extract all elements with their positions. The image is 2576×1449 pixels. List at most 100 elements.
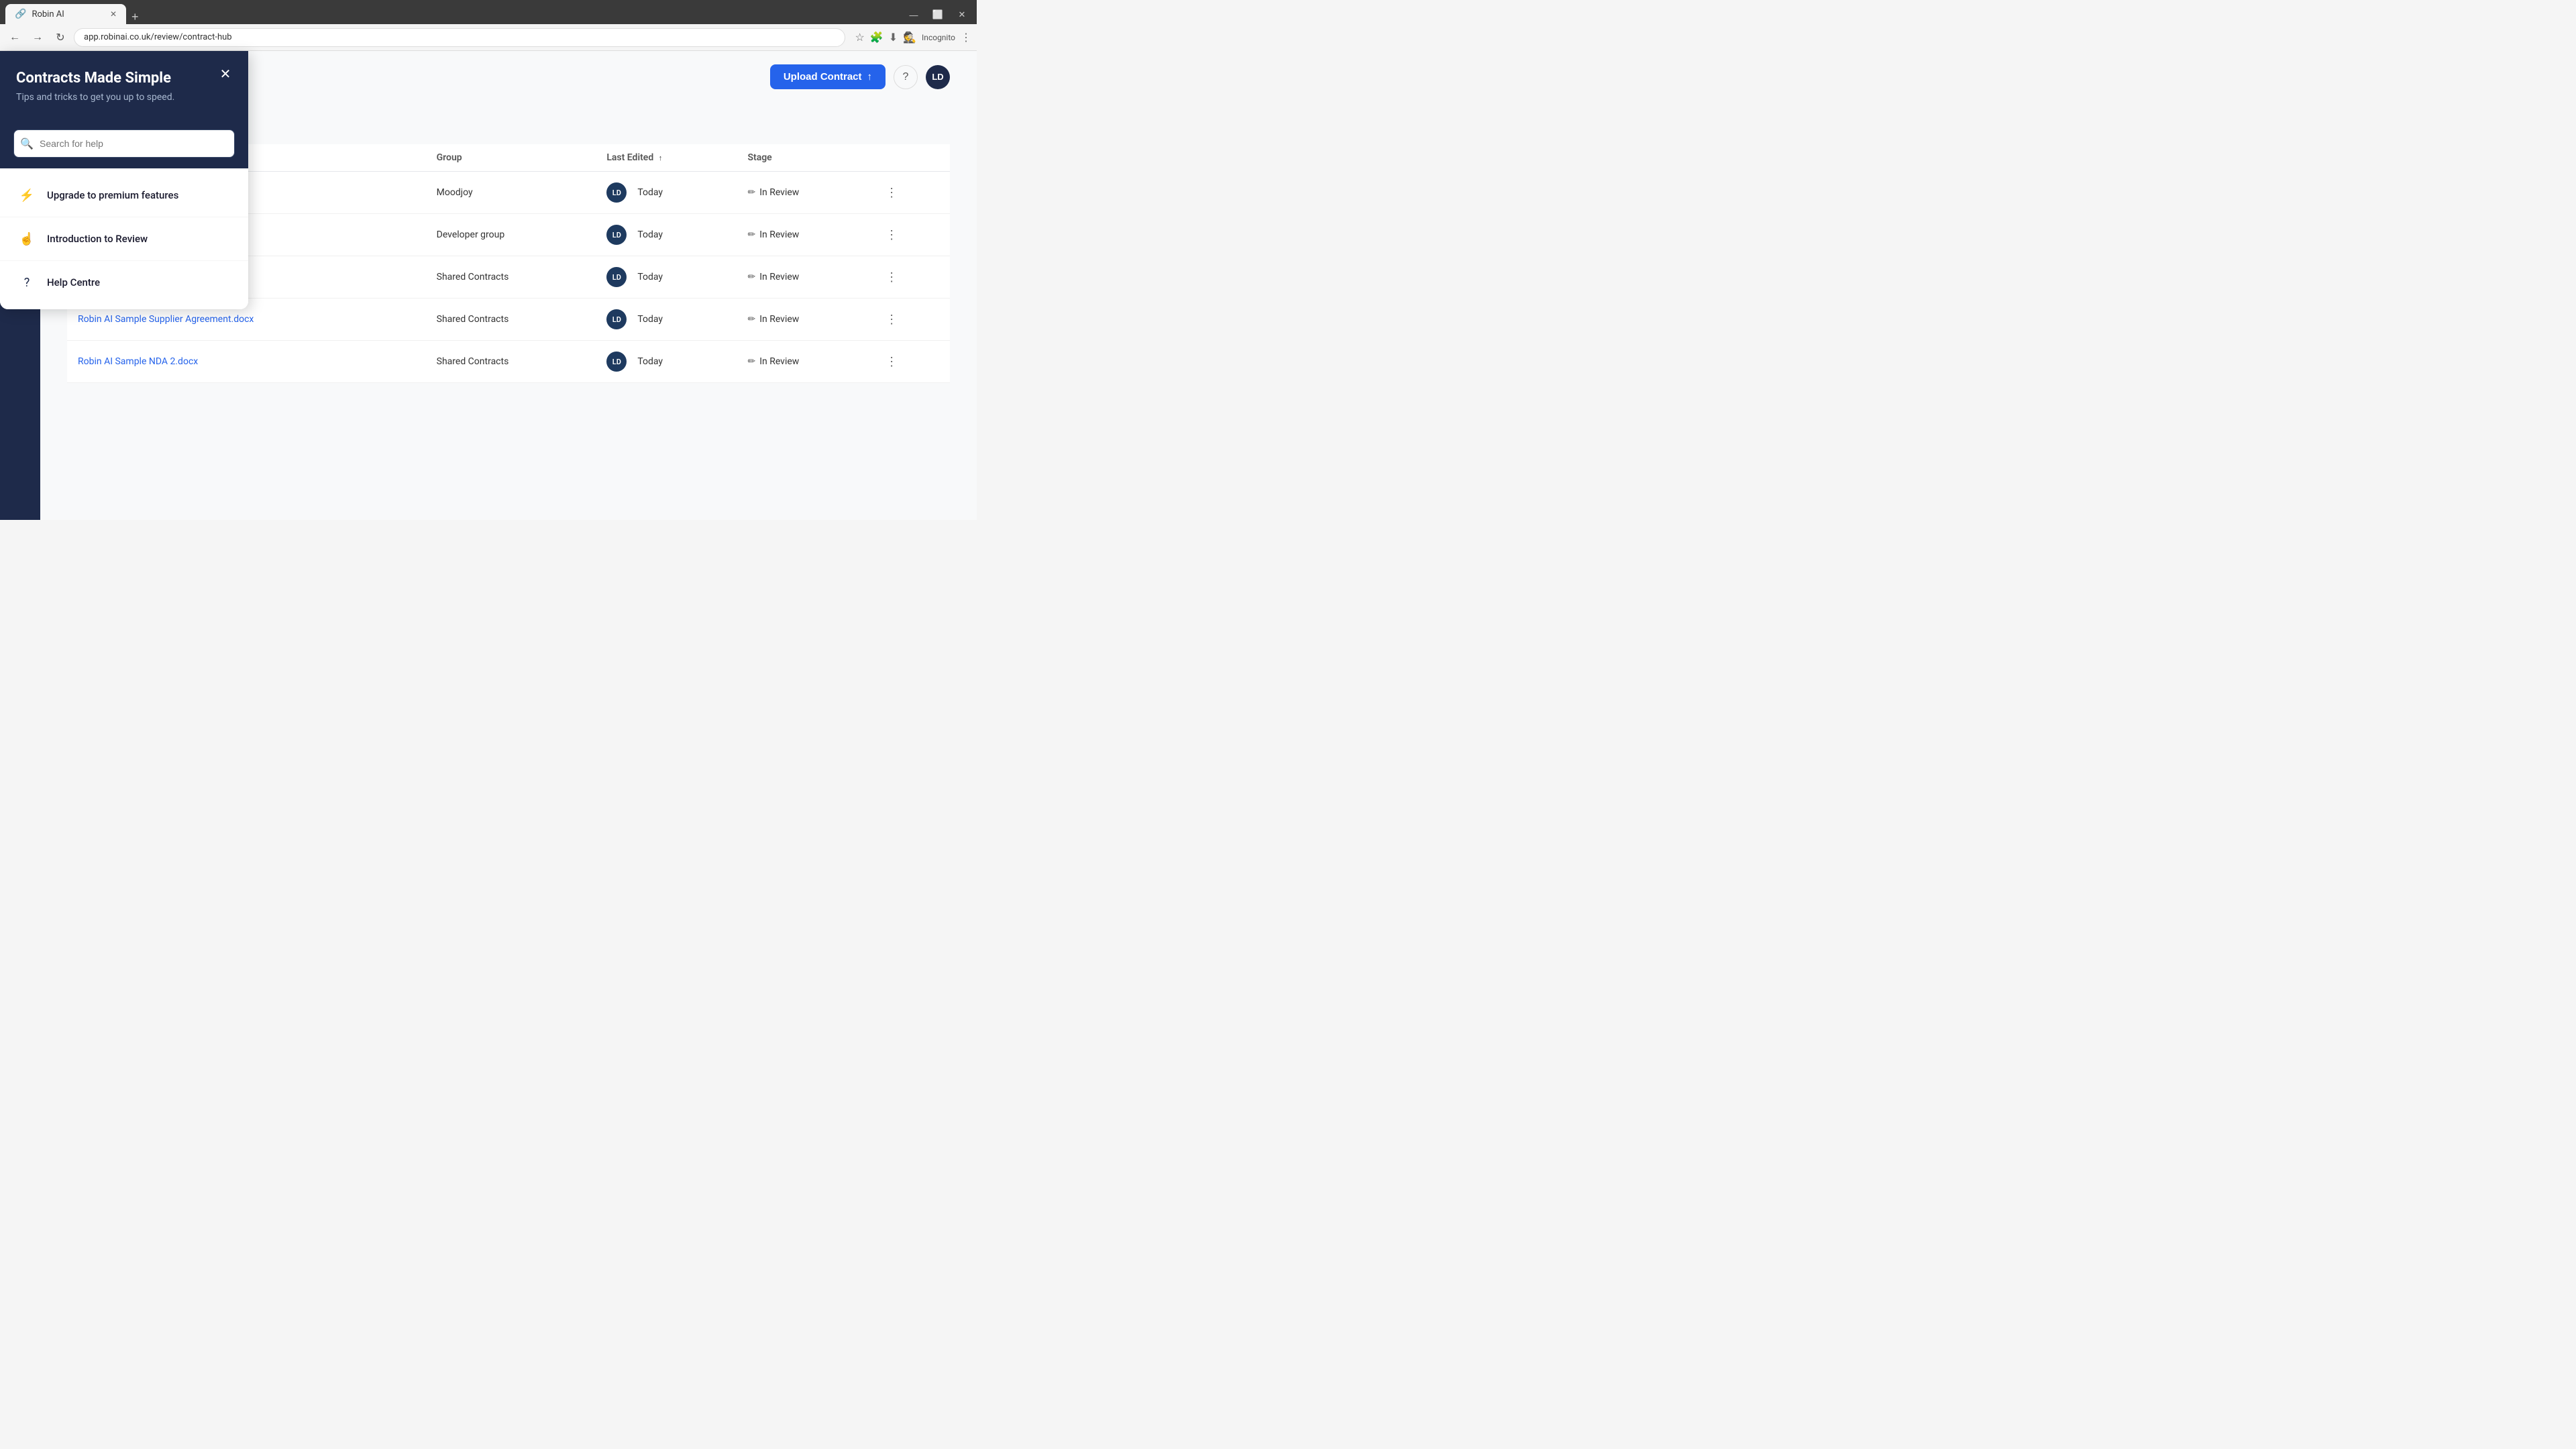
- row-avatar: LD: [606, 309, 627, 329]
- row-avatar: LD: [606, 225, 627, 245]
- user-avatar-button[interactable]: LD: [926, 65, 950, 89]
- address-bar-row: ← → ↻ app.robinai.co.uk/review/contract-…: [0, 24, 977, 51]
- stage-value: In Review: [759, 229, 799, 240]
- row-more-button[interactable]: ⋮: [880, 183, 903, 203]
- contract-name-cell: Robin AI Sample NDA 2.docx: [67, 341, 426, 383]
- reload-button[interactable]: ↻: [51, 28, 70, 47]
- group-value: Developer group: [437, 229, 505, 240]
- last-edited-cell: LD Today: [596, 299, 737, 341]
- upload-contract-label: Upload Contract: [784, 71, 862, 83]
- last-edited-value: Today: [637, 229, 663, 240]
- help-menu-item-upgrade[interactable]: ⚡ Upgrade to premium features: [0, 174, 248, 217]
- edit-icon: ✏: [747, 314, 755, 325]
- col-header-stage[interactable]: Stage: [737, 144, 869, 172]
- last-edited-value: Today: [637, 272, 663, 282]
- help-menu-label-help-centre: Help Centre: [47, 276, 100, 288]
- row-avatar: LD: [606, 267, 627, 287]
- edit-icon: ✏: [747, 356, 755, 367]
- forward-button[interactable]: →: [28, 28, 47, 47]
- menu-icon[interactable]: ⋮: [961, 31, 971, 44]
- group-value: Shared Contracts: [437, 356, 509, 367]
- url-text: app.robinai.co.uk/review/contract-hub: [84, 32, 232, 42]
- app-area: Upload Contract ↑ ? LD Contracts (5) Con…: [0, 51, 977, 520]
- help-popup-close-button[interactable]: ✕: [216, 64, 235, 83]
- help-menu-label-upgrade: Upgrade to premium features: [47, 189, 178, 201]
- tab-label: Robin AI: [32, 9, 64, 19]
- row-more-button[interactable]: ⋮: [880, 268, 903, 287]
- extensions-icon[interactable]: 🧩: [870, 31, 883, 44]
- help-menu-items: ⚡ Upgrade to premium features ☝ Introduc…: [0, 168, 248, 309]
- contract-name-link[interactable]: Robin AI Sample NDA 2.docx: [78, 356, 198, 367]
- upload-contract-button[interactable]: Upload Contract ↑: [770, 64, 885, 89]
- help-menu-item-help-centre[interactable]: ? Help Centre: [0, 261, 248, 304]
- stage-value: In Review: [759, 187, 799, 198]
- upload-icon: ↑: [867, 71, 873, 83]
- help-menu-icon-intro: ☝: [16, 228, 38, 250]
- maximize-button[interactable]: ⬜: [928, 5, 947, 24]
- row-actions-cell: ⋮: [869, 256, 950, 299]
- group-cell: Shared Contracts: [426, 341, 596, 383]
- group-cell: Developer group: [426, 214, 596, 256]
- group-cell: Moodjoy: [426, 172, 596, 214]
- last-edited-cell: LD Today: [596, 256, 737, 299]
- group-value: Moodjoy: [437, 187, 473, 198]
- help-search-input[interactable]: [13, 129, 235, 158]
- row-avatar: LD: [606, 352, 627, 372]
- stage-cell: ✏ In Review: [737, 299, 869, 341]
- last-edited-cell: LD Today: [596, 341, 737, 383]
- help-popup-header: Contracts Made Simple Tips and tricks to…: [0, 51, 248, 119]
- close-button[interactable]: ✕: [953, 5, 971, 24]
- help-search-box: 🔍: [0, 119, 248, 168]
- close-icon: ✕: [220, 66, 231, 83]
- tab-bar: 🔗 Robin AI ✕ + — ⬜ ✕: [0, 0, 977, 24]
- help-menu-icon-help-centre: ?: [16, 272, 38, 293]
- incognito-label: Incognito: [922, 33, 955, 42]
- help-menu-item-intro[interactable]: ☝ Introduction to Review: [0, 217, 248, 261]
- incognito-icon[interactable]: 🕵: [903, 31, 916, 44]
- row-actions-cell: ⋮: [869, 299, 950, 341]
- contract-name-link[interactable]: Robin AI Sample Supplier Agreement.docx: [78, 314, 254, 325]
- last-edited-cell: LD Today: [596, 172, 737, 214]
- tab-close-button[interactable]: ✕: [110, 9, 117, 19]
- edit-icon: ✏: [747, 272, 755, 282]
- help-menu-label-intro: Introduction to Review: [47, 233, 148, 245]
- bookmark-icon[interactable]: ☆: [855, 31, 864, 44]
- new-tab-button[interactable]: +: [126, 10, 144, 24]
- edit-icon: ✏: [747, 229, 755, 240]
- row-actions-cell: ⋮: [869, 341, 950, 383]
- last-edited-value: Today: [637, 314, 663, 325]
- search-icon: 🔍: [20, 138, 34, 150]
- download-icon[interactable]: ⬇: [889, 31, 898, 44]
- stage-cell: ✏ In Review: [737, 172, 869, 214]
- stage-cell: ✏ In Review: [737, 341, 869, 383]
- row-actions-cell: ⋮: [869, 214, 950, 256]
- sort-arrow-icon: ↑: [659, 154, 663, 162]
- col-header-last-edited[interactable]: Last Edited ↑: [596, 144, 737, 172]
- help-menu-icon-upgrade: ⚡: [16, 184, 38, 206]
- address-bar-icons: ☆ 🧩 ⬇ 🕵 Incognito ⋮: [855, 31, 971, 44]
- stage-value: In Review: [759, 356, 799, 367]
- help-popup-subtitle: Tips and tricks to get you up to speed.: [16, 92, 232, 103]
- group-value: Shared Contracts: [437, 272, 509, 282]
- last-edited-value: Today: [637, 356, 663, 367]
- group-value: Shared Contracts: [437, 314, 509, 325]
- help-icon: ?: [903, 71, 909, 83]
- last-edited-value: Today: [637, 187, 663, 198]
- edit-icon: ✏: [747, 187, 755, 198]
- row-more-button[interactable]: ⋮: [880, 310, 903, 329]
- back-button[interactable]: ←: [5, 28, 24, 47]
- row-more-button[interactable]: ⋮: [880, 352, 903, 372]
- active-tab[interactable]: 🔗 Robin AI ✕: [5, 4, 126, 24]
- col-header-actions: [869, 144, 950, 172]
- help-popup: Contracts Made Simple Tips and tricks to…: [0, 51, 248, 309]
- avatar-label: LD: [932, 72, 943, 82]
- table-row: Robin AI Sample NDA 2.docx Shared Contra…: [67, 341, 950, 383]
- col-header-group[interactable]: Group: [426, 144, 596, 172]
- help-button[interactable]: ?: [894, 65, 918, 89]
- tab-icon: 🔗: [15, 9, 26, 19]
- minimize-button[interactable]: —: [904, 5, 923, 24]
- group-cell: Shared Contracts: [426, 256, 596, 299]
- row-more-button[interactable]: ⋮: [880, 225, 903, 245]
- stage-cell: ✏ In Review: [737, 256, 869, 299]
- address-bar[interactable]: app.robinai.co.uk/review/contract-hub: [74, 28, 845, 47]
